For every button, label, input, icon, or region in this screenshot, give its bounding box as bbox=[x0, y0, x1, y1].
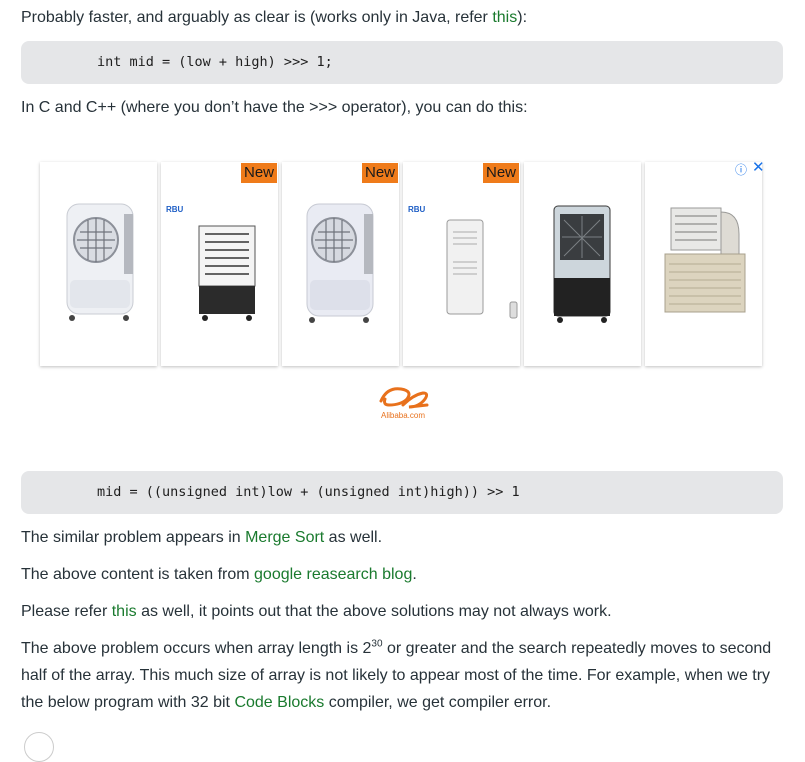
code-block-java: int mid = (low + high) >>> 1; bbox=[21, 41, 783, 84]
air-cooler-image bbox=[66, 203, 134, 321]
link-this-java[interactable]: this bbox=[492, 9, 517, 26]
link-code-blocks[interactable]: Code Blocks bbox=[234, 694, 324, 711]
ad-product-card[interactable]: New RBU bbox=[403, 162, 520, 366]
alibaba-logo-mark bbox=[379, 387, 429, 409]
new-badge: New bbox=[361, 163, 398, 183]
ad-banner: New RBU New New RBU bbox=[40, 162, 764, 368]
paragraph-array-length: The above problem occurs when array leng… bbox=[21, 638, 772, 711]
code-line: mid = ((unsigned int)low + (unsigned int… bbox=[97, 484, 520, 500]
air-cooler-image bbox=[306, 203, 374, 323]
link-google-research-blog[interactable]: google reasearch blog bbox=[254, 566, 412, 583]
new-badge: New bbox=[240, 163, 277, 183]
ad-product-card[interactable]: New bbox=[282, 162, 399, 366]
new-badge: New bbox=[482, 163, 519, 183]
ad-product-card[interactable] bbox=[40, 162, 157, 366]
code-block-c: mid = ((unsigned int)low + (unsigned int… bbox=[21, 471, 783, 514]
code-line: int mid = (low + high) >>> 1; bbox=[97, 54, 333, 70]
paragraph-refer-this: Please refer this as well, it points out… bbox=[21, 603, 612, 620]
air-cooler-image bbox=[446, 219, 518, 319]
ad-product-card[interactable] bbox=[645, 162, 762, 366]
air-cooler-image bbox=[553, 205, 611, 323]
paragraph-merge-sort: The similar problem appears in Merge Sor… bbox=[21, 529, 383, 546]
paragraph-c-cpp: In C and C++ (where you don’t have the >… bbox=[21, 99, 528, 116]
info-icon[interactable]: ⓘ bbox=[735, 161, 747, 178]
link-this-refer[interactable]: this bbox=[112, 603, 137, 620]
brand-logo: RBU bbox=[166, 205, 184, 214]
paragraph-google-blog: The above content is taken from google r… bbox=[21, 566, 417, 583]
air-cooler-image bbox=[198, 225, 256, 321]
ad-product-card[interactable]: New RBU bbox=[161, 162, 278, 366]
brand-logo: RBU bbox=[408, 205, 426, 214]
logo-text: Alibaba.com bbox=[380, 411, 426, 420]
link-merge-sort[interactable]: Merge Sort bbox=[245, 529, 324, 546]
ad-product-card[interactable] bbox=[524, 162, 641, 366]
close-icon[interactable]: ✕ bbox=[752, 158, 765, 176]
alibaba-logo[interactable]: Alibaba.com bbox=[373, 383, 433, 423]
paragraph-java: Probably faster, and arguably as clear i… bbox=[21, 9, 528, 26]
air-cooler-image bbox=[664, 207, 746, 313]
